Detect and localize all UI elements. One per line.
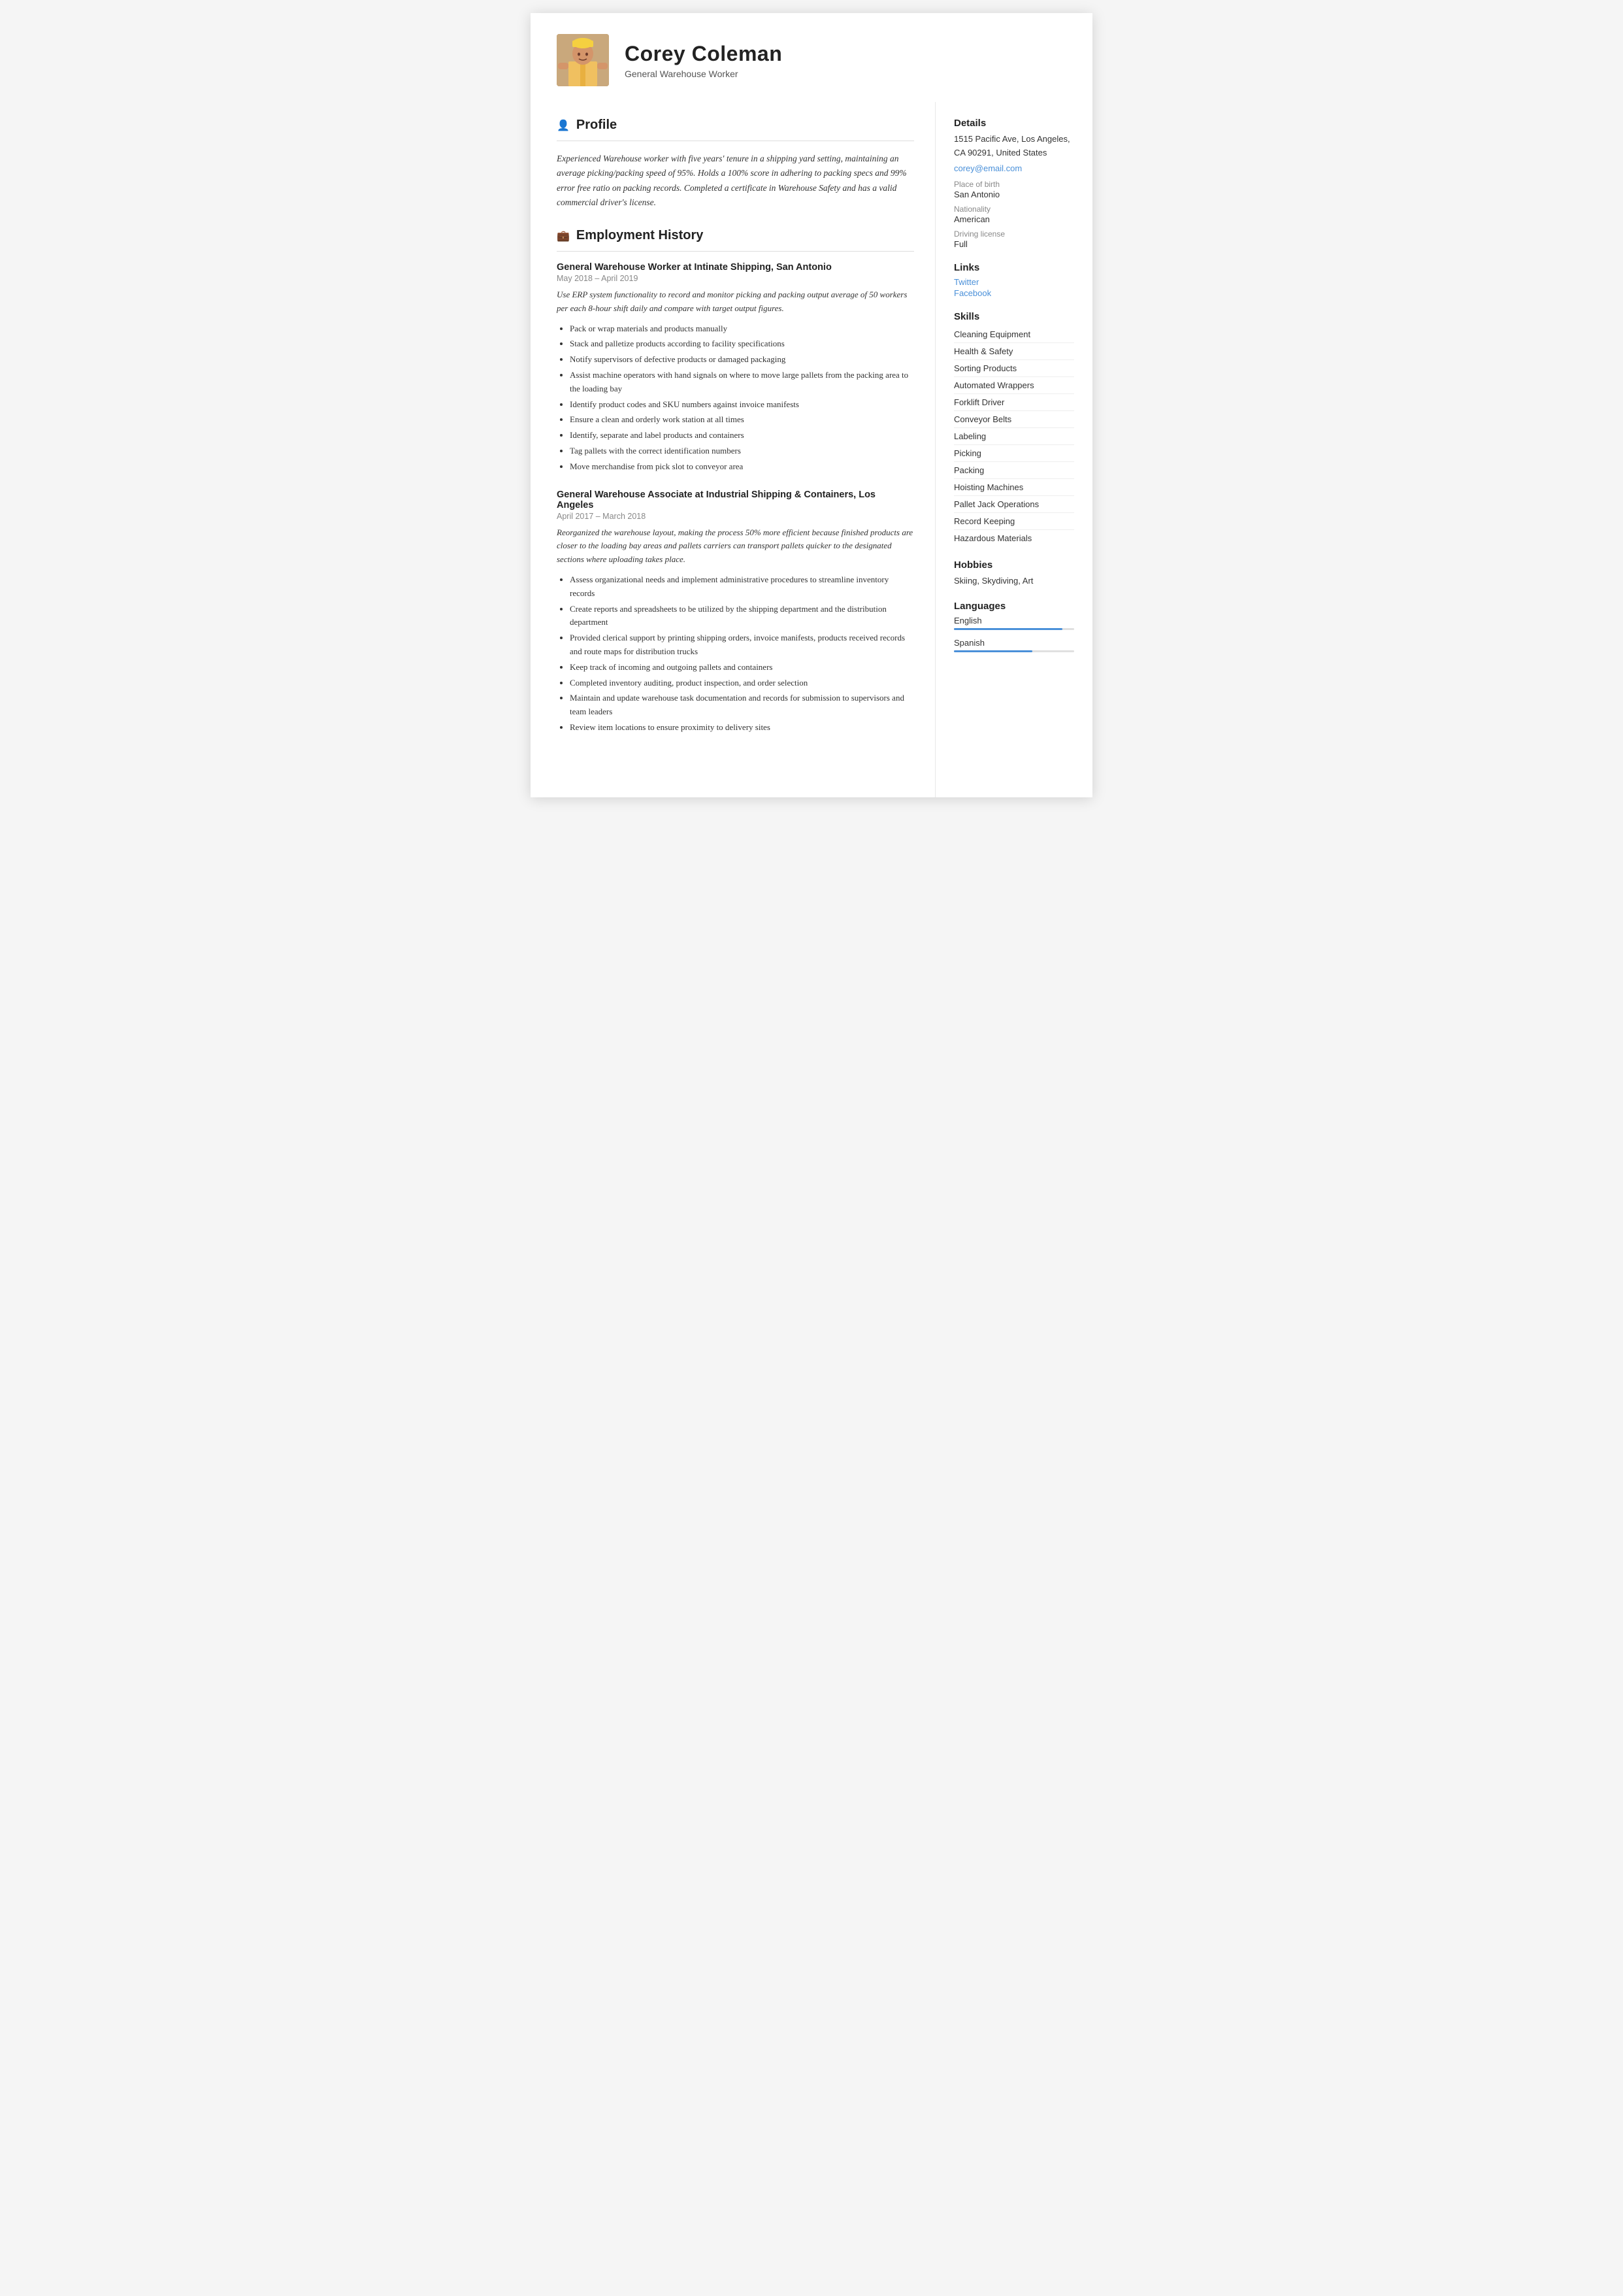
right-column: Details 1515 Pacific Ave, Los Angeles, C… <box>936 102 1092 797</box>
bullet-item: Move merchandise from pick slot to conve… <box>570 460 914 474</box>
job-1-title: General Warehouse Worker at Intinate Shi… <box>557 262 914 273</box>
profile-title: 👤 Profile <box>557 118 914 133</box>
facebook-link[interactable]: Facebook <box>954 288 1074 298</box>
place-of-birth-value: San Antonio <box>954 190 1074 199</box>
profile-text: Experienced Warehouse worker with five y… <box>557 152 914 210</box>
skill-item: Cleaning Equipment <box>954 326 1074 342</box>
job-2-dates: April 2017 – March 2018 <box>557 512 914 521</box>
nationality-value: American <box>954 214 1074 224</box>
skill-item: Health & Safety <box>954 343 1074 359</box>
employment-icon: 💼 <box>557 229 570 242</box>
skill-item: Record Keeping <box>954 513 1074 529</box>
job-2-bullets: Assess organizational needs and implemen… <box>557 573 914 735</box>
details-title: Details <box>954 118 1074 129</box>
bullet-item: Identify product codes and SKU numbers a… <box>570 398 914 412</box>
employment-title: 💼 Employment History <box>557 228 914 243</box>
language-spanish-bar-fill <box>954 650 1032 652</box>
language-english: English <box>954 616 1074 630</box>
languages-section: Languages English Spanish <box>954 601 1074 652</box>
details-email[interactable]: corey@email.com <box>954 163 1022 173</box>
job-1-dates: May 2018 – April 2019 <box>557 274 914 283</box>
links-section: Links Twitter Facebook <box>954 262 1074 298</box>
skill-item: Sorting Products <box>954 360 1074 376</box>
bullet-item: Provided clerical support by printing sh… <box>570 631 914 659</box>
employment-divider <box>557 251 914 252</box>
skills-title: Skills <box>954 311 1074 322</box>
bullet-item: Keep track of incoming and outgoing pall… <box>570 661 914 674</box>
language-english-name: English <box>954 616 1074 625</box>
job-2-title: General Warehouse Associate at Industria… <box>557 490 914 510</box>
bullet-item: Create reports and spreadsheets to be ut… <box>570 603 914 630</box>
job-2: General Warehouse Associate at Industria… <box>557 490 914 735</box>
skills-section: Skills Cleaning Equipment Health & Safet… <box>954 311 1074 546</box>
job-1-bullets: Pack or wrap materials and products manu… <box>557 322 914 474</box>
skill-item: Automated Wrappers <box>954 377 1074 393</box>
details-section: Details 1515 Pacific Ave, Los Angeles, C… <box>954 118 1074 249</box>
skill-item: Pallet Jack Operations <box>954 496 1074 512</box>
skill-item: Conveyor Belts <box>954 411 1074 427</box>
bullet-item: Tag pallets with the correct identificat… <box>570 444 914 458</box>
driving-license-value: Full <box>954 239 1074 249</box>
employment-section: 💼 Employment History General Warehouse W… <box>557 228 914 735</box>
profile-icon: 👤 <box>557 119 570 132</box>
bullet-item: Stack and palletize products according t… <box>570 337 914 351</box>
hobbies-title: Hobbies <box>954 559 1074 571</box>
header-name: Corey Coleman <box>625 42 782 66</box>
bullet-item: Maintain and update warehouse task docum… <box>570 691 914 719</box>
header-title: General Warehouse Worker <box>625 69 782 79</box>
job-1-description: Use ERP system functionality to record a… <box>557 288 914 316</box>
language-english-bar-fill <box>954 628 1062 630</box>
bullet-item: Assess organizational needs and implemen… <box>570 573 914 601</box>
details-address: 1515 Pacific Ave, Los Angeles, CA 90291,… <box>954 133 1074 160</box>
bullet-item: Notify supervisors of defective products… <box>570 353 914 367</box>
bullet-item: Assist machine operators with hand signa… <box>570 369 914 396</box>
nationality-label: Nationality <box>954 205 1074 214</box>
avatar <box>557 34 609 86</box>
driving-license-label: Driving license <box>954 229 1074 239</box>
place-of-birth-label: Place of birth <box>954 180 1074 189</box>
header-info: Corey Coleman General Warehouse Worker <box>625 42 782 79</box>
skill-item: Packing <box>954 462 1074 478</box>
hobbies-text: Skiing, Skydiving, Art <box>954 574 1074 588</box>
languages-title: Languages <box>954 601 1074 612</box>
language-english-bar-bg <box>954 628 1074 630</box>
bullet-item: Pack or wrap materials and products manu… <box>570 322 914 336</box>
language-spanish-name: Spanish <box>954 638 1074 648</box>
bullet-item: Identify, separate and label products an… <box>570 429 914 442</box>
skill-item: Forklift Driver <box>954 394 1074 410</box>
job-1: General Warehouse Worker at Intinate Shi… <box>557 262 914 474</box>
profile-section: 👤 Profile Experienced Warehouse worker w… <box>557 118 914 210</box>
links-title: Links <box>954 262 1074 273</box>
hobbies-section: Hobbies Skiing, Skydiving, Art <box>954 559 1074 588</box>
skill-item: Hoisting Machines <box>954 479 1074 495</box>
job-2-description: Reorganized the warehouse layout, making… <box>557 526 914 567</box>
skill-item: Labeling <box>954 428 1074 444</box>
bullet-item: Ensure a clean and orderly work station … <box>570 413 914 427</box>
language-spanish-bar-bg <box>954 650 1074 652</box>
skill-item: Hazardous Materials <box>954 530 1074 546</box>
twitter-link[interactable]: Twitter <box>954 277 1074 287</box>
left-column: 👤 Profile Experienced Warehouse worker w… <box>531 102 936 797</box>
bullet-item: Completed inventory auditing, product in… <box>570 676 914 690</box>
resume-header: Corey Coleman General Warehouse Worker <box>531 13 1092 102</box>
resume-container: Corey Coleman General Warehouse Worker 👤… <box>531 13 1092 797</box>
language-spanish: Spanish <box>954 638 1074 652</box>
skill-item: Picking <box>954 445 1074 461</box>
bullet-item: Review item locations to ensure proximit… <box>570 721 914 735</box>
resume-body: 👤 Profile Experienced Warehouse worker w… <box>531 102 1092 797</box>
